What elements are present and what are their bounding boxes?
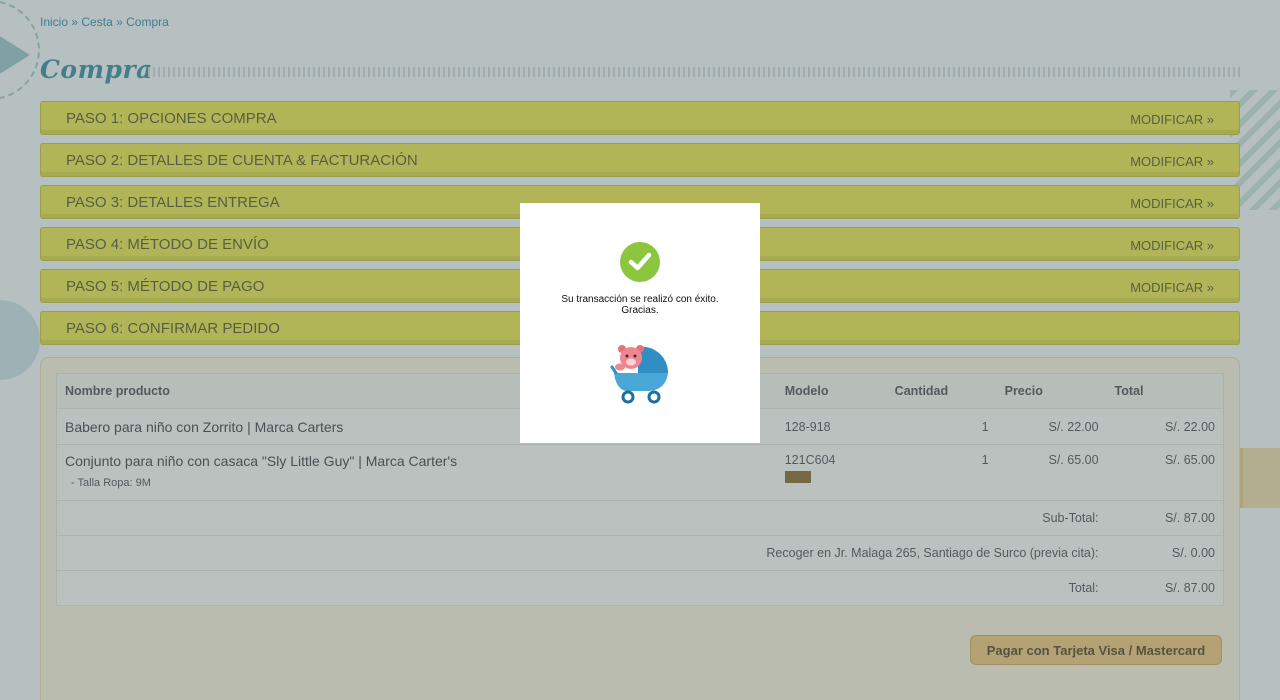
success-message-line2: Gracias. xyxy=(621,305,659,316)
baby-stroller-teddy-bear-icon xyxy=(610,345,669,404)
success-message-line1: Su transacción se realizó con éxito. xyxy=(561,294,719,305)
check-circle-icon xyxy=(620,242,660,282)
success-message: Su transacción se realizó con éxito. Gra… xyxy=(520,294,760,316)
success-modal: Su transacción se realizó con éxito. Gra… xyxy=(520,203,760,443)
